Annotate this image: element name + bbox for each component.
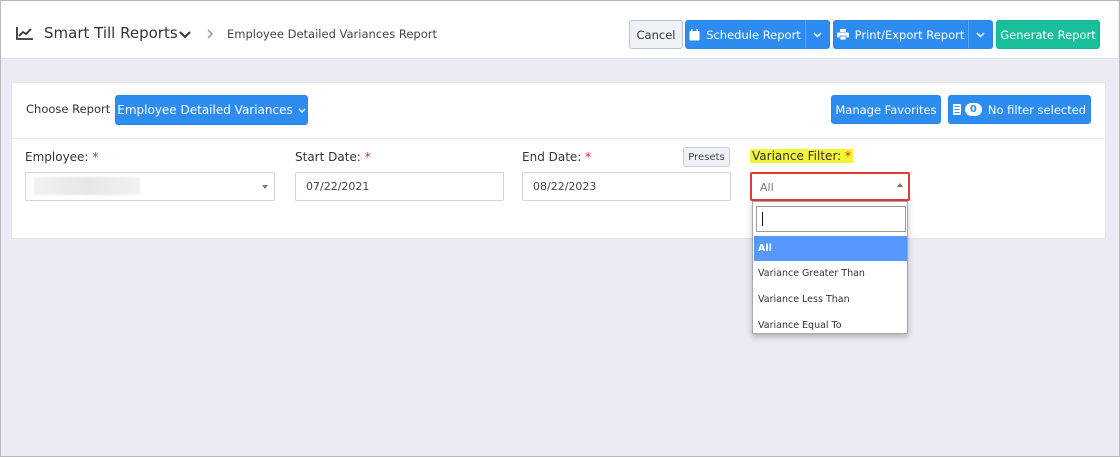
app-title: Smart Till Reports bbox=[44, 24, 178, 42]
variance-filter-label-text: Variance Filter: bbox=[752, 149, 842, 163]
required-mark: * bbox=[92, 150, 99, 164]
start-date-input[interactable]: 07/22/2021 bbox=[295, 172, 504, 201]
generate-report-label: Generate Report bbox=[1000, 27, 1096, 42]
option-variance-greater-than[interactable]: Variance Greater Than bbox=[754, 261, 907, 286]
chevron-down-icon[interactable] bbox=[178, 27, 192, 41]
end-date-input[interactable]: 08/22/2023 bbox=[522, 172, 731, 201]
calendar-icon bbox=[689, 28, 700, 40]
chevron-right-icon bbox=[207, 29, 214, 39]
employee-label-text: Employee: bbox=[25, 150, 89, 164]
breadcrumb: Employee Detailed Variances Report bbox=[227, 27, 437, 41]
printer-icon bbox=[836, 29, 849, 40]
variance-filter-select[interactable]: All bbox=[750, 172, 910, 201]
filter-button[interactable]: 0 No filter selected bbox=[948, 95, 1091, 124]
variance-filter-dropdown: All Variance Greater Than Variance Less … bbox=[752, 201, 908, 334]
caret-down-icon bbox=[262, 185, 268, 189]
manage-favorites-label: Manage Favorites bbox=[835, 102, 937, 117]
end-date-label: End Date: * bbox=[522, 150, 591, 164]
variance-filter-value: All bbox=[760, 181, 774, 194]
required-mark: * bbox=[585, 150, 592, 164]
variance-filter-highlight: Variance Filter: * bbox=[750, 149, 854, 163]
option-all[interactable]: All bbox=[754, 236, 907, 261]
schedule-report-label: Schedule Report bbox=[706, 27, 801, 42]
print-export-label: Print/Export Report bbox=[854, 27, 965, 42]
chevron-down-icon bbox=[298, 108, 306, 113]
option-variance-less-than[interactable]: Variance Less Than bbox=[754, 287, 907, 312]
variance-filter-label: Variance Filter: * bbox=[750, 149, 854, 163]
employee-label: Employee: * bbox=[25, 150, 98, 164]
choose-report-label: Choose Report bbox=[26, 102, 111, 116]
dropdown-search-input[interactable] bbox=[756, 206, 906, 232]
required-mark: * bbox=[845, 149, 852, 163]
filter-label: No filter selected bbox=[987, 102, 1087, 117]
text-cursor bbox=[762, 212, 763, 226]
redacted-employee-name bbox=[34, 177, 140, 195]
end-date-label-text: End Date: bbox=[522, 150, 582, 164]
filter-icon bbox=[952, 104, 961, 115]
start-date-label-text: Start Date: bbox=[295, 150, 361, 164]
schedule-report-button[interactable]: Schedule Report bbox=[685, 20, 805, 49]
print-export-dropdown-button[interactable] bbox=[968, 20, 993, 49]
manage-favorites-button[interactable]: Manage Favorites bbox=[831, 95, 941, 124]
filter-count-badge: 0 bbox=[964, 103, 982, 116]
cancel-button-label: Cancel bbox=[636, 27, 676, 42]
card-divider bbox=[11, 138, 1106, 139]
generate-report-button[interactable]: Generate Report bbox=[996, 20, 1100, 49]
chevron-down-icon bbox=[813, 31, 822, 38]
report-selector-button[interactable]: Employee Detailed Variances bbox=[115, 95, 308, 125]
start-date-label: Start Date: * bbox=[295, 150, 371, 164]
report-selector-label: Employee Detailed Variances bbox=[117, 103, 293, 117]
schedule-report-dropdown-button[interactable] bbox=[805, 20, 830, 49]
line-chart-icon bbox=[16, 27, 33, 40]
caret-up-icon bbox=[897, 183, 903, 187]
cancel-button[interactable]: Cancel bbox=[629, 20, 683, 49]
option-variance-equal-to[interactable]: Variance Equal To bbox=[754, 313, 907, 333]
presets-button[interactable]: Presets bbox=[683, 147, 730, 167]
required-mark: * bbox=[364, 150, 371, 164]
chevron-down-icon bbox=[976, 31, 985, 38]
print-export-button[interactable]: Print/Export Report bbox=[833, 20, 968, 49]
employee-select[interactable] bbox=[25, 172, 275, 201]
